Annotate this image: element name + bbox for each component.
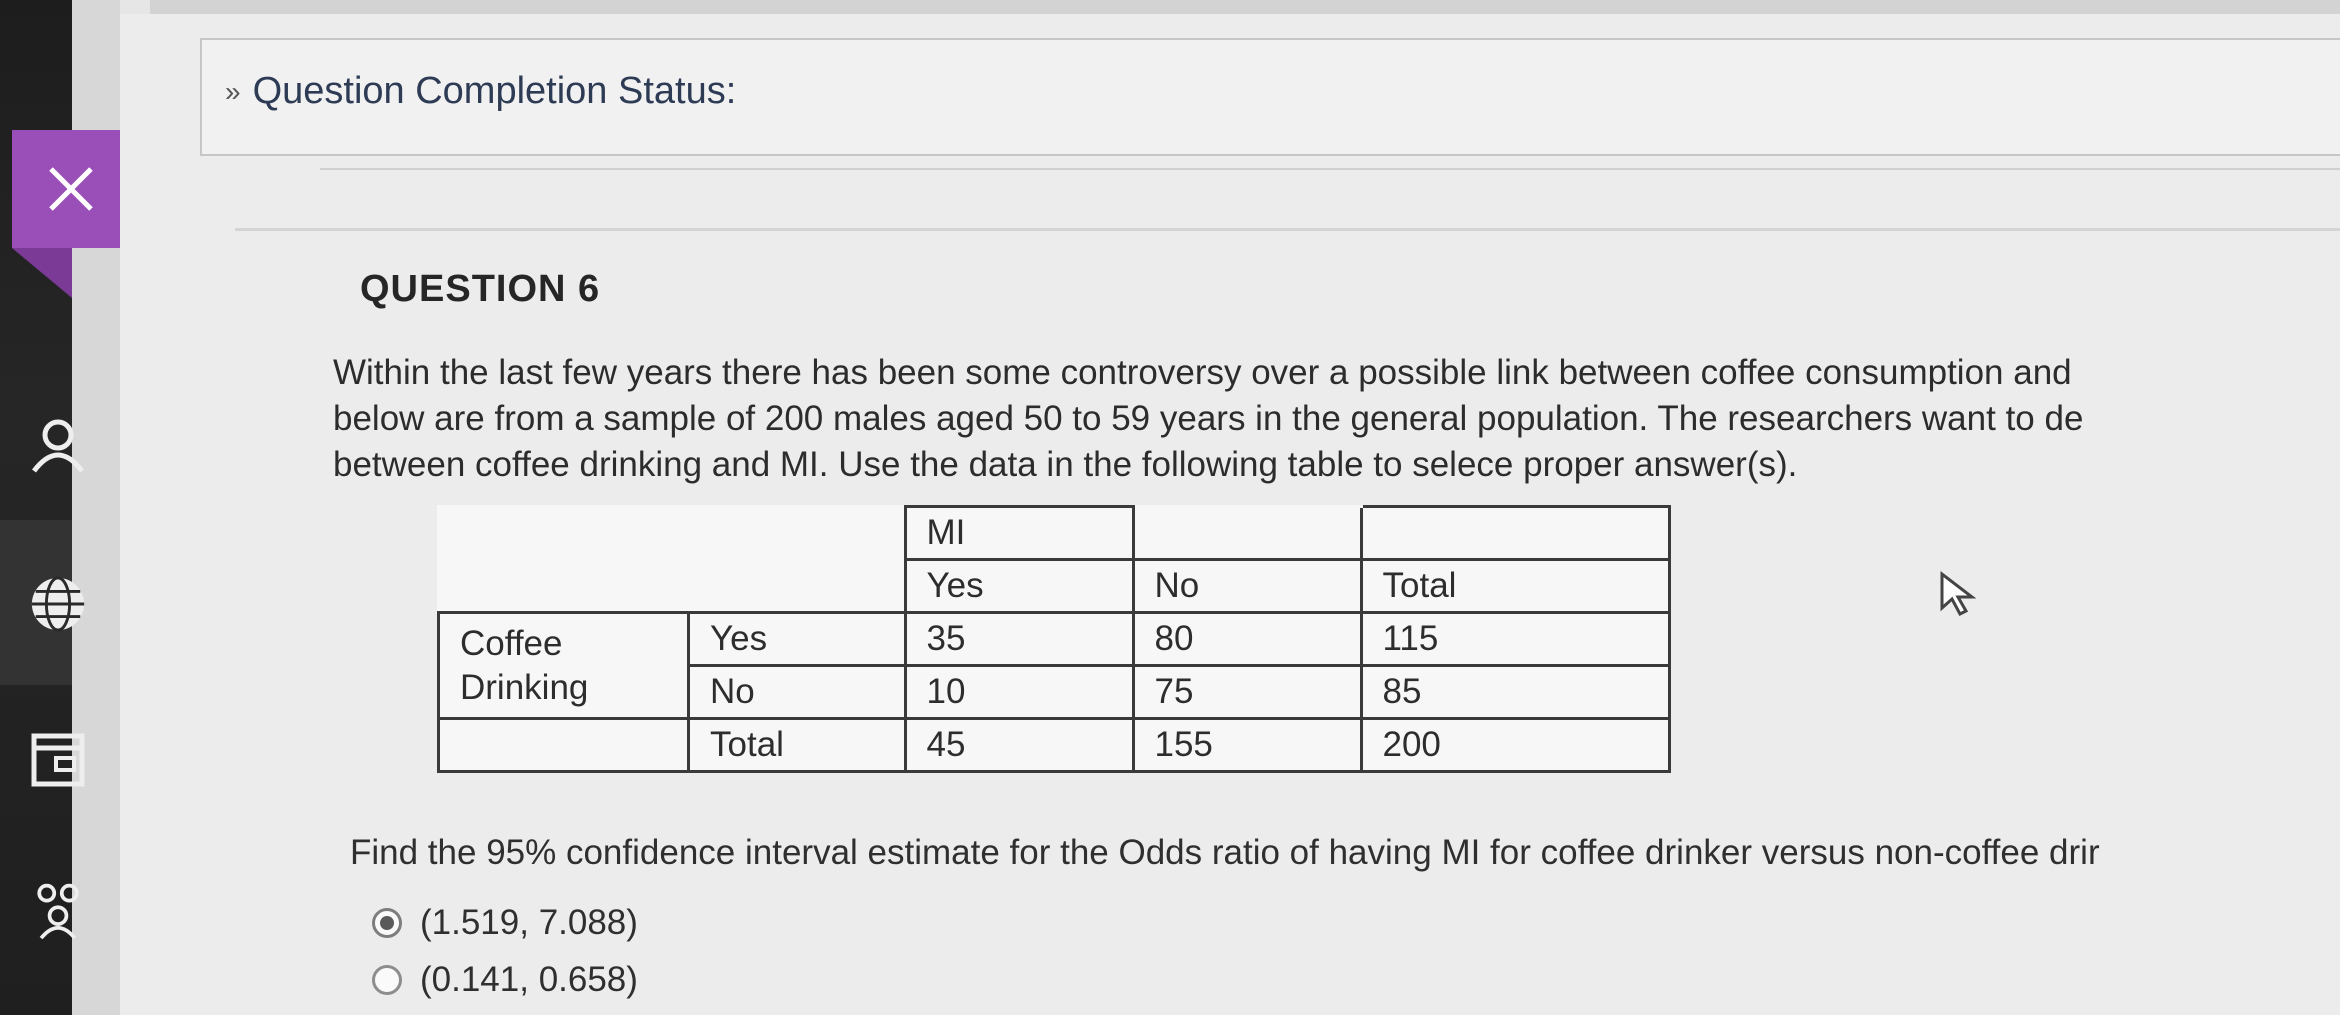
question-line: Within the last few years there has been…	[333, 353, 2072, 392]
table-group-header: MI	[903, 505, 1135, 561]
contingency-table: MI Yes No Total Coffee Drinking Yes 35 8…	[437, 505, 1671, 773]
table-row-label: Yes	[687, 611, 907, 667]
table-cell: 45	[903, 717, 1135, 773]
table-cell: 155	[1131, 717, 1363, 773]
table-col-header: Yes	[903, 558, 1135, 614]
close-button-tail	[12, 248, 72, 298]
table-row-label: Total	[687, 717, 907, 773]
table-row-group-label: Coffee Drinking	[437, 611, 690, 720]
user-icon[interactable]	[28, 415, 88, 475]
option-label: (0.141, 0.658)	[420, 960, 638, 999]
globe-icon[interactable]	[28, 574, 88, 634]
row-group-label-line: Drinking	[460, 667, 589, 707]
answer-option-1[interactable]: (1.519, 7.088)	[372, 903, 638, 943]
table-col-header: Total	[1359, 558, 1671, 614]
close-button[interactable]	[12, 130, 130, 248]
divider	[235, 228, 2340, 231]
question-line: below are from a sample of 200 males age…	[333, 399, 2084, 438]
question-text: Within the last few years there has been…	[333, 350, 2333, 488]
question-title: QUESTION 6	[360, 268, 601, 310]
table-cell: 80	[1131, 611, 1363, 667]
radio-selected[interactable]	[372, 908, 402, 938]
close-icon	[49, 167, 93, 211]
table-cell: 115	[1359, 611, 1671, 667]
calendar-icon[interactable]	[28, 730, 88, 790]
completion-status-toggle[interactable]: » Question Completion Status:	[225, 70, 736, 113]
table-cell: 10	[903, 664, 1135, 720]
radio-unselected[interactable]	[372, 965, 402, 995]
answer-option-2[interactable]: (0.141, 0.658)	[372, 960, 638, 1000]
table-row: Total 45 155 200	[437, 717, 1671, 773]
mouse-cursor-icon	[1938, 570, 1982, 623]
row-group-label-line: Coffee	[460, 623, 563, 663]
table-cell	[437, 717, 690, 773]
option-label: (1.519, 7.088)	[420, 903, 638, 942]
table-cell: 35	[903, 611, 1135, 667]
table-cell: 85	[1359, 664, 1671, 720]
table-row-label: No	[687, 664, 907, 720]
table-cell	[1359, 505, 1671, 561]
answer-prompt: Find the 95% confidence interval estimat…	[350, 833, 2100, 872]
table-col-header: No	[1131, 558, 1363, 614]
question-line: between coffee drinking and MI. Use the …	[333, 445, 1798, 484]
chevron-down-icon: »	[225, 75, 241, 107]
group-icon[interactable]	[28, 880, 88, 940]
table-cell: 75	[1131, 664, 1363, 720]
table-row: Coffee Drinking Yes 35 80 115	[437, 611, 1671, 720]
table-cell: 200	[1359, 717, 1671, 773]
completion-status-label: Question Completion Status:	[252, 70, 737, 112]
divider	[320, 168, 2340, 170]
